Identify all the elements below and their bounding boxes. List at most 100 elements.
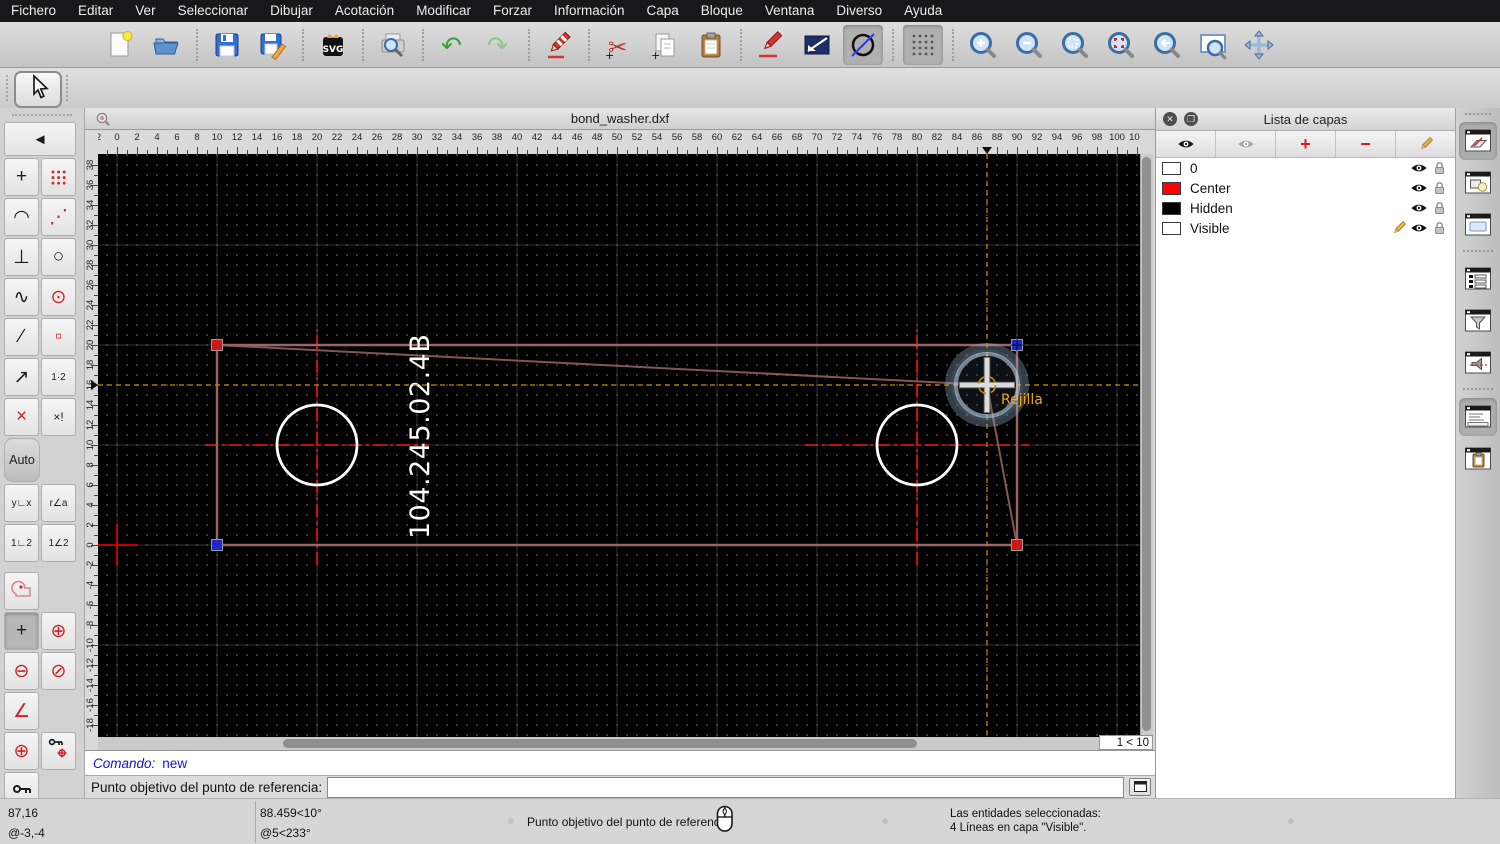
dock-command-line-button[interactable] xyxy=(1459,398,1497,436)
menu-item-forzar[interactable]: Forzar xyxy=(482,0,543,22)
drawing-canvas[interactable]: 104.245.02.4B Rejilla xyxy=(96,154,1140,737)
delete-button[interactable] xyxy=(539,25,579,65)
layer-row-visible[interactable]: Visible xyxy=(1156,218,1455,238)
coord-relative-polar-button[interactable]: 1∠2 xyxy=(41,524,76,562)
line-rect-button[interactable] xyxy=(797,25,837,65)
show-all-layers-button[interactable] xyxy=(1156,131,1216,157)
layer-row-hidden[interactable]: Hidden xyxy=(1156,198,1455,218)
snap-free-button[interactable]: + xyxy=(4,158,39,196)
paste-button[interactable] xyxy=(691,25,731,65)
layer-visibility-icon[interactable] xyxy=(1409,202,1429,214)
save-as-button[interactable] xyxy=(253,25,293,65)
layer-visibility-icon[interactable] xyxy=(1409,182,1429,194)
snap-perpendicular-button[interactable]: ⊥ xyxy=(4,238,39,276)
menu-item-editar[interactable]: Editar xyxy=(67,0,124,22)
layer-row-center[interactable]: Center xyxy=(1156,178,1455,198)
coord-polar-button[interactable]: r∠a xyxy=(41,484,76,522)
menu-item-seleccionar[interactable]: Seleccionar xyxy=(167,0,260,22)
snap-grid-button[interactable] xyxy=(41,158,76,196)
restrict-horizontal-button[interactable]: ⊖ xyxy=(4,652,39,690)
dock-block-list-button[interactable] xyxy=(1459,164,1497,202)
snap-intersection-button[interactable]: × xyxy=(4,398,39,436)
vertical-scrollbar-thumb[interactable] xyxy=(1142,157,1151,731)
coord-cartesian-button[interactable]: y∟x xyxy=(4,484,39,522)
layer-lock-icon[interactable] xyxy=(1429,221,1449,235)
coord-relative-cartesian-button[interactable]: 1∟2 xyxy=(4,524,39,562)
snap-auto-button[interactable]: Auto xyxy=(4,438,40,482)
grid-toggle-button[interactable] xyxy=(903,24,943,65)
new-file-button[interactable] xyxy=(101,25,141,65)
edit-layer-button[interactable] xyxy=(1396,131,1455,157)
back-button[interactable]: ◄ xyxy=(4,122,76,156)
menu-item-modificar[interactable]: Modificar xyxy=(405,0,482,22)
dock-layer-list-button[interactable] xyxy=(1459,122,1497,160)
zoom-previous-button[interactable] xyxy=(1147,25,1187,65)
vertical-scrollbar[interactable] xyxy=(1140,154,1153,737)
layer-lock-icon[interactable] xyxy=(1429,181,1449,195)
hide-all-layers-button[interactable] xyxy=(1216,131,1276,157)
print-preview-button[interactable] xyxy=(373,25,413,65)
dock-library-browser-button[interactable] xyxy=(1459,206,1497,244)
dock-property-editor-button[interactable] xyxy=(1459,260,1497,298)
remove-layer-button[interactable]: − xyxy=(1336,131,1396,157)
zoom-in-button[interactable] xyxy=(963,25,1003,65)
redo-button[interactable]: ↷ xyxy=(479,25,519,65)
command-input[interactable] xyxy=(327,776,1124,798)
snap-natural-button[interactable]: ∕ xyxy=(4,318,39,356)
snap-tangent-button[interactable]: ∿ xyxy=(4,278,39,316)
dock-clipboard-button[interactable] xyxy=(1459,440,1497,478)
restrict-orthogonal-button[interactable]: ⊕ xyxy=(41,612,76,650)
select-contour-button[interactable] xyxy=(4,572,39,610)
snap-angle-button[interactable]: ∠ xyxy=(4,692,39,730)
dock-selection-filter-button[interactable] xyxy=(1459,302,1497,340)
menu-item-bloque[interactable]: Bloque xyxy=(690,0,754,22)
selection-tool-button[interactable] xyxy=(14,71,62,108)
horizontal-scrollbar[interactable] xyxy=(98,737,1099,750)
undo-button[interactable]: ↶ xyxy=(433,25,473,65)
menu-item-diverso[interactable]: Diverso xyxy=(825,0,893,22)
snap-endpoint-button[interactable]: ◠ xyxy=(4,198,39,236)
menu-item-capa[interactable]: Capa xyxy=(636,0,690,22)
float-panel-button[interactable]: ❐ xyxy=(1184,112,1198,126)
menu-item-ventana[interactable]: Ventana xyxy=(754,0,826,22)
menu-item-ayuda[interactable]: Ayuda xyxy=(893,0,953,22)
menu-item-acotación[interactable]: Acotación xyxy=(324,0,405,22)
snap-distance-button[interactable]: 1·2 xyxy=(41,358,76,396)
restrict-vertical-button[interactable]: ⊘ xyxy=(41,652,76,690)
snap-middle-button[interactable]: ↗ xyxy=(4,358,39,396)
horizontal-scrollbar-thumb[interactable] xyxy=(283,739,917,748)
layer-lock-icon[interactable] xyxy=(1429,201,1449,215)
save-button[interactable] xyxy=(207,25,247,65)
snap-intersection-manual-button[interactable]: ×! xyxy=(41,398,76,436)
open-file-button[interactable] xyxy=(147,25,187,65)
snap-center-button[interactable]: ⊙ xyxy=(41,278,76,316)
dock-section-button[interactable] xyxy=(1459,344,1497,382)
restrict-off-button[interactable]: + xyxy=(4,612,39,650)
copy-button[interactable]: + xyxy=(645,25,685,65)
snap-entity-button[interactable]: ○ xyxy=(41,238,76,276)
layer-lock-icon[interactable] xyxy=(1429,161,1449,175)
pan-button[interactable] xyxy=(1239,25,1279,65)
snap-reference-button[interactable]: ▫ xyxy=(41,318,76,356)
construction-circle-button[interactable] xyxy=(843,24,883,65)
menu-item-fichero[interactable]: Fichero xyxy=(0,0,67,22)
layer-row-0[interactable]: 0 xyxy=(1156,158,1455,178)
menu-item-información[interactable]: Información xyxy=(543,0,636,22)
set-relative-zero-button[interactable]: ⊕ xyxy=(4,732,39,770)
cut-button[interactable]: ✂ + xyxy=(599,25,639,65)
zoom-window-button[interactable] xyxy=(1193,25,1233,65)
edit-pencil-button[interactable] xyxy=(751,25,791,65)
zoom-selection-button[interactable] xyxy=(1101,25,1141,65)
zoom-out-button[interactable] xyxy=(1009,25,1049,65)
command-window-toggle-button[interactable] xyxy=(1129,778,1151,796)
layer-visibility-icon[interactable] xyxy=(1409,162,1429,174)
zoom-auto-button[interactable] xyxy=(1055,25,1095,65)
layer-visibility-icon[interactable] xyxy=(1409,222,1429,234)
add-layer-button[interactable]: + xyxy=(1276,131,1336,157)
close-panel-button[interactable]: ✕ xyxy=(1163,112,1177,126)
menu-item-dibujar[interactable]: Dibujar xyxy=(259,0,324,22)
menu-item-ver[interactable]: Ver xyxy=(124,0,166,22)
export-svg-button[interactable]: SVG xyxy=(313,25,353,65)
snap-points-button[interactable]: ⋰ xyxy=(41,198,76,236)
lock-relative-zero-button[interactable] xyxy=(41,732,76,770)
